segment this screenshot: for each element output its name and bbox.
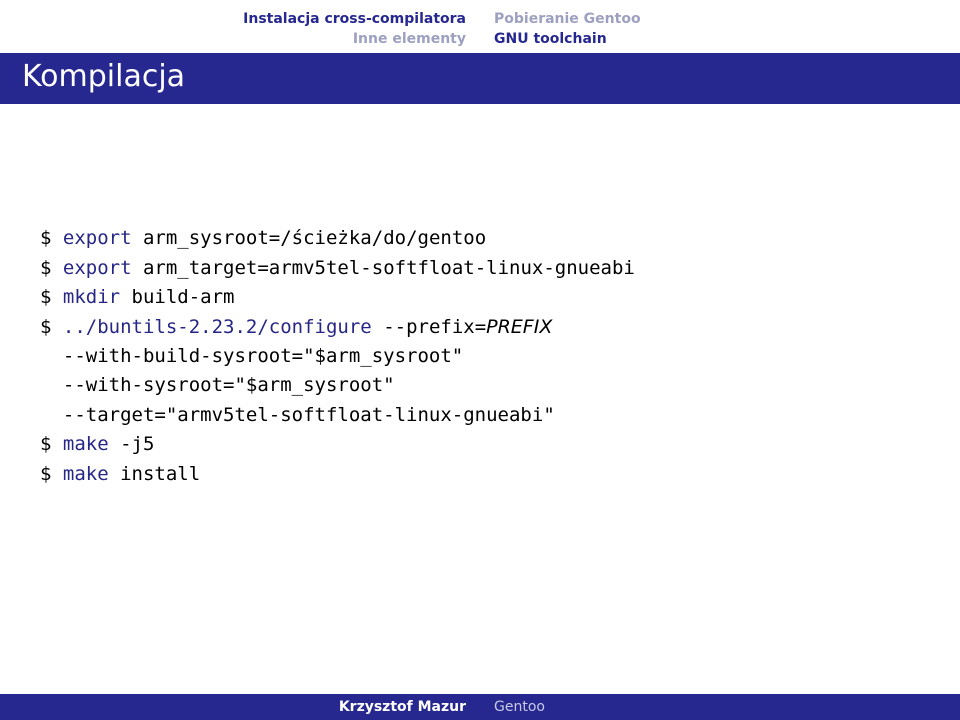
footer-topic: Gentoo	[480, 699, 960, 715]
footer-author: Krzysztof Mazur	[0, 699, 480, 715]
code-line: $ mkdir build-arm	[40, 283, 920, 312]
nav-right-item-0[interactable]: Pobieranie Gentoo	[494, 10, 960, 30]
code-line: $ ../buntils-2.23.2/configure --prefix=P…	[40, 313, 920, 342]
nav-left-item-0[interactable]: Instalacja cross-compilatora	[0, 10, 466, 30]
nav-right: Pobieranie Gentoo GNU toolchain	[480, 10, 960, 49]
header-nav: Instalacja cross-compilatora Inne elemen…	[0, 0, 960, 49]
code-line: $ make -j5	[40, 430, 920, 459]
code-line: $ make install	[40, 460, 920, 489]
slide-title: Kompilacja	[0, 53, 960, 104]
code-line: --with-sysroot="$arm_sysroot"	[40, 371, 920, 400]
nav-left-item-1[interactable]: Inne elementy	[0, 30, 466, 50]
code-line: --target="armv5tel-softfloat-linux-gnuea…	[40, 401, 920, 430]
code-line: $ export arm_target=armv5tel-softfloat-l…	[40, 254, 920, 283]
nav-left: Instalacja cross-compilatora Inne elemen…	[0, 10, 480, 49]
code-line: $ export arm_sysroot=/ścieżka/do/gentoo	[40, 224, 920, 253]
nav-right-item-1[interactable]: GNU toolchain	[494, 30, 960, 50]
footer: Krzysztof Mazur Gentoo	[0, 694, 960, 720]
code-line: --with-build-sysroot="$arm_sysroot"	[40, 342, 920, 371]
code-block: $ export arm_sysroot=/ścieżka/do/gentoo$…	[0, 104, 960, 489]
